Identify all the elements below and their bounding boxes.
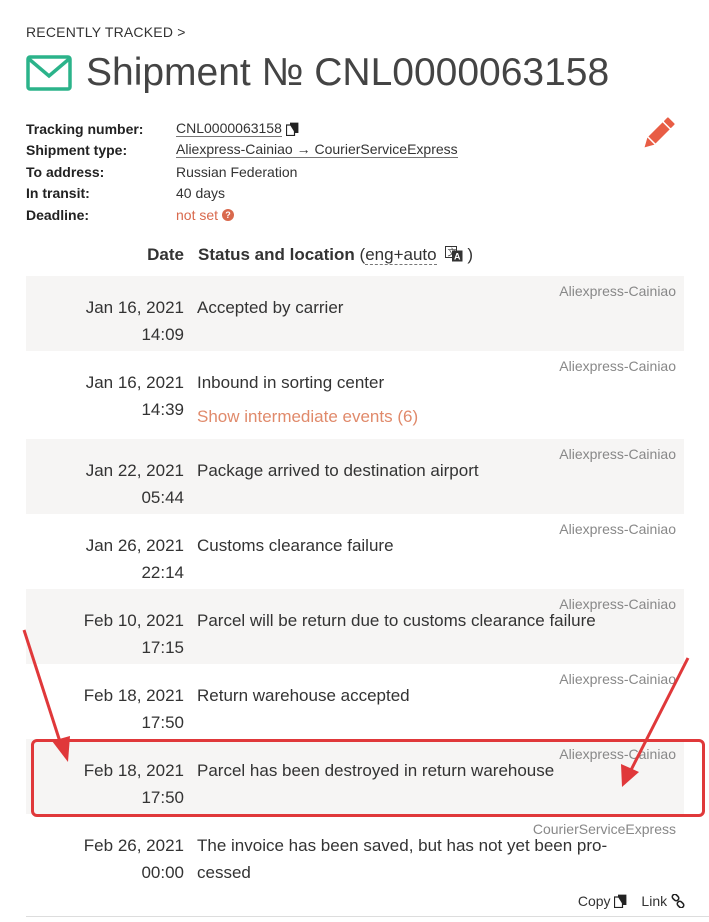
highlight-annotation-box: [31, 739, 705, 817]
pencil-edit-icon[interactable]: [638, 114, 678, 154]
event-date: Jan 22, 2021 05:44: [85, 461, 184, 507]
meta-row-deadline: Deadline: not set ?: [26, 204, 458, 226]
shipment-type-value[interactable]: Aliexpress-Cainiao → CourierServiceExpre…: [176, 142, 458, 159]
help-icon[interactable]: ?: [222, 208, 235, 221]
title-row: Shipment № CNL0000063158: [26, 50, 609, 96]
event-row: Feb 26, 2021 00:00 The invoice has been s…: [26, 814, 684, 889]
show-intermediate-events-link[interactable]: Show intermediate events (6): [197, 407, 418, 427]
status-column-label: Status and location: [198, 245, 355, 264]
event-row: Jan 26, 2021 22:14 Customs clearance fail…: [26, 514, 684, 589]
breadcrumb-recently-tracked[interactable]: RECENTLY TRACKED >: [26, 24, 186, 40]
copy-icon[interactable]: [285, 122, 299, 136]
lang-close-paren: ): [467, 245, 473, 264]
to-address-label: To address:: [26, 163, 105, 180]
tracking-number-value[interactable]: CNL0000063158: [176, 120, 282, 137]
meta-row-transit: In transit: 40 days: [26, 183, 458, 205]
in-transit-label: In transit:: [26, 185, 90, 202]
shipment-details: Tracking number: CNL0000063158 Shipment …: [26, 118, 458, 226]
event-carrier: Aliexpress-Cainiao: [559, 446, 676, 462]
event-row: Jan 16, 2021 14:09 Accepted by carrier Al…: [26, 276, 684, 351]
event-date: Feb 26, 2021 00:00: [83, 836, 184, 882]
in-transit-value: 40 days: [176, 185, 226, 202]
chain-link-icon: [671, 893, 685, 909]
event-carrier: Aliexpress-Cainiao: [559, 283, 676, 299]
event-carrier: Aliexpress-Cainiao: [559, 596, 676, 612]
copy-button[interactable]: Copy: [578, 893, 628, 909]
event-status: The invoice has been saved, but has not …: [197, 836, 608, 882]
event-date: Jan 16, 2021 14:09: [85, 298, 184, 344]
event-row: Feb 18, 2021 17:50 Return warehouse accep…: [26, 664, 684, 739]
event-carrier: Aliexpress-Cainiao: [559, 671, 676, 687]
link-button[interactable]: Link: [641, 893, 685, 909]
svg-text:A: A: [454, 252, 461, 262]
page-title: Shipment № CNL0000063158: [86, 51, 610, 94]
event-row: Feb 10, 2021 17:15 Parcel will be return …: [26, 589, 684, 664]
shipment-type-label: Shipment type:: [26, 142, 128, 159]
envelope-icon: [26, 55, 72, 91]
meta-row-tracking: Tracking number: CNL0000063158: [26, 118, 458, 140]
event-row: Jan 16, 2021 14:39 Inbound in sorting cen…: [26, 351, 684, 439]
event-row: Jan 22, 2021 05:44 Package arrived to des…: [26, 439, 684, 514]
deadline-label: Deadline:: [26, 206, 90, 223]
event-date: Feb 18, 2021 17:50: [83, 686, 184, 732]
event-date: Feb 10, 2021 17:15: [83, 611, 184, 657]
translate-icon[interactable]: 文 A: [445, 246, 463, 262]
event-date: Jan 16, 2021 14:39: [85, 373, 184, 419]
footer-links: Copy Link: [578, 893, 685, 909]
copy-icon: [614, 894, 627, 909]
meta-row-type: Shipment type: Aliexpress-Cainiao → Cour…: [26, 140, 458, 162]
status-column-header: Status and location (eng+auto 文 A ): [198, 245, 473, 265]
events-table-header: Date Status and location (eng+auto 文 A ): [0, 245, 709, 269]
to-address-value: Russian Federation: [176, 163, 298, 180]
event-carrier: Aliexpress-Cainiao: [559, 358, 676, 374]
meta-row-address: To address: Russian Federation: [26, 161, 458, 183]
date-column-header: Date: [147, 245, 184, 264]
tracking-number-label: Tracking number:: [26, 120, 144, 137]
language-toggle[interactable]: eng+auto: [365, 245, 437, 265]
event-carrier: CourierServiceExpress: [532, 821, 676, 837]
bottom-divider: [26, 916, 709, 917]
event-date: Jan 26, 2021 22:14: [85, 536, 184, 582]
deadline-value[interactable]: not set: [176, 207, 218, 223]
event-carrier: Aliexpress-Cainiao: [559, 521, 676, 537]
